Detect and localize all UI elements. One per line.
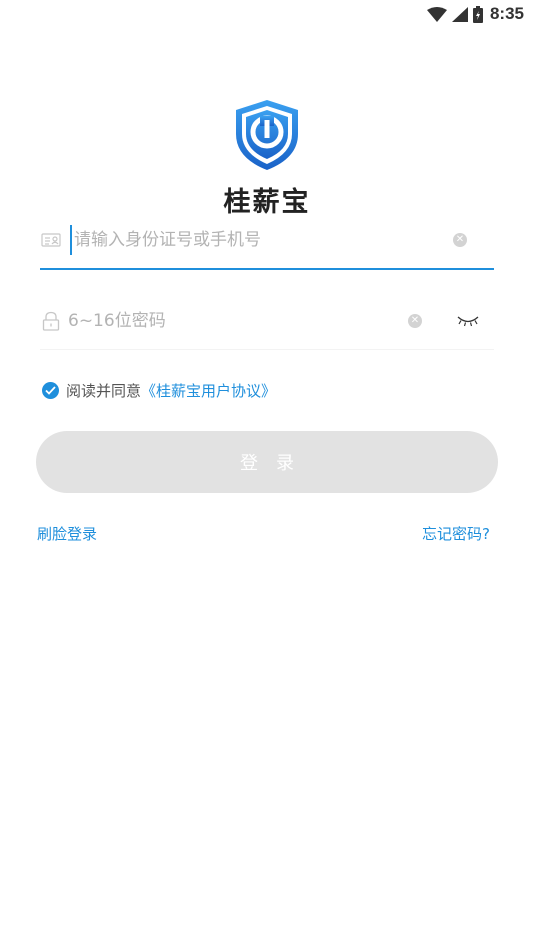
login-button[interactable]: 登录	[36, 431, 498, 493]
eye-closed-icon[interactable]	[456, 314, 480, 328]
password-input[interactable]	[68, 306, 408, 336]
id-input[interactable]	[70, 225, 453, 255]
battery-icon	[472, 5, 483, 23]
forgot-password-link[interactable]: 忘记密码?	[422, 523, 490, 544]
status-bar: 8:35	[0, 0, 534, 30]
password-input-row: ✕	[40, 293, 494, 350]
agreement-checkbox[interactable]	[42, 382, 59, 399]
lock-icon	[40, 310, 62, 332]
id-input-row: ✕	[40, 212, 494, 270]
wifi-icon	[426, 6, 447, 22]
agreement-row: 阅读并同意 《桂薪宝用户协议》	[42, 380, 276, 401]
check-icon	[45, 386, 56, 395]
shield-logo-icon	[236, 100, 298, 170]
face-login-link[interactable]: 刷脸登录	[37, 523, 97, 544]
agreement-link[interactable]: 《桂薪宝用户协议》	[141, 380, 276, 401]
id-card-icon	[40, 229, 62, 251]
clear-password-button[interactable]: ✕	[408, 314, 422, 328]
status-icons: 8:35	[426, 3, 524, 25]
clear-id-button[interactable]: ✕	[453, 233, 467, 247]
cellular-signal-icon	[451, 6, 468, 22]
agreement-text: 阅读并同意	[66, 382, 142, 400]
status-time: 8:35	[489, 4, 524, 23]
app-logo: 桂薪宝	[0, 98, 534, 219]
